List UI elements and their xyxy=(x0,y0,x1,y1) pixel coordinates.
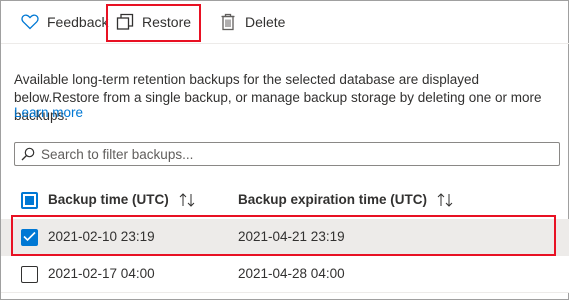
delete-button[interactable]: Delete xyxy=(219,9,285,35)
backup-time-cell: 2021-02-17 04:00 xyxy=(48,266,155,281)
column-header-expiration-time[interactable]: Backup expiration time (UTC) xyxy=(238,192,453,207)
delete-label: Delete xyxy=(245,14,286,30)
table-header: Backup time (UTC) Backup expiration time… xyxy=(1,186,569,216)
sort-icon[interactable] xyxy=(179,192,195,207)
select-all-checkbox[interactable] xyxy=(21,192,38,209)
table-row[interactable]: 2021-02-17 04:00 2021-04-28 04:00 xyxy=(1,256,569,293)
learn-more-link[interactable]: Learn more xyxy=(14,105,83,120)
expiration-time-cell: 2021-04-28 04:00 xyxy=(238,266,345,281)
restore-highlight-box xyxy=(106,4,201,42)
column-header-backup-time[interactable]: Backup time (UTC) xyxy=(48,192,195,207)
search-icon xyxy=(21,147,35,161)
row-checkbox[interactable] xyxy=(21,266,38,283)
sort-icon[interactable] xyxy=(437,192,453,207)
feedback-button[interactable]: Feedback xyxy=(21,9,108,35)
toolbar-divider xyxy=(1,43,569,44)
description-text: Available long-term retention backups fo… xyxy=(14,72,542,123)
heart-icon xyxy=(21,13,39,31)
column-header-label: Backup expiration time (UTC) xyxy=(238,192,428,207)
search-box[interactable] xyxy=(14,142,560,166)
search-input[interactable] xyxy=(41,146,541,162)
backup-panel: Feedback Restore Delete Available long-t… xyxy=(0,0,569,300)
trash-icon xyxy=(219,13,237,31)
feedback-label: Feedback xyxy=(47,14,109,30)
column-header-label: Backup time (UTC) xyxy=(48,192,169,207)
selected-row-highlight-box xyxy=(11,215,556,256)
